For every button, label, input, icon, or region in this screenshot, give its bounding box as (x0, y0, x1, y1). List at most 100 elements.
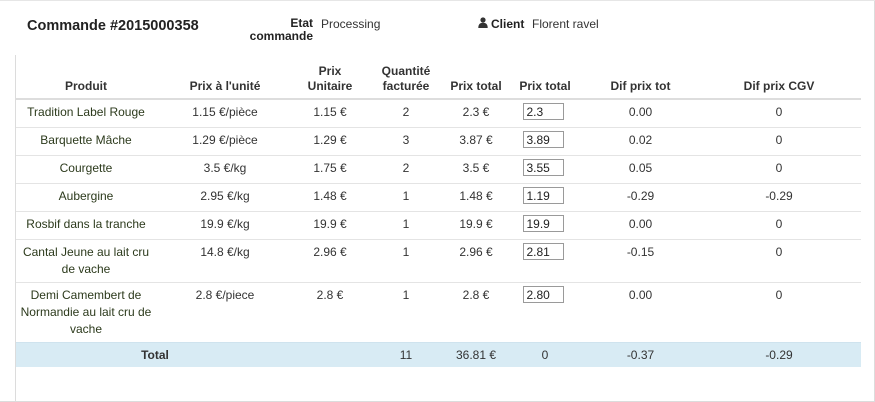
cell-quantite: 2 (366, 98, 446, 128)
header-dif-prix-cgv: Dif prix CGV (697, 64, 861, 100)
cell-prix-unitaire: 1.15 € (294, 98, 366, 128)
header-prix-unitaire: Prix Unitaire (294, 64, 366, 100)
cell-prix-total: 2.96 € (446, 239, 506, 283)
table-row: Rosbif dans la tranche 19.9 €/kg 19.9 € … (16, 211, 861, 240)
total-quantite: 11 (366, 342, 446, 367)
cell-prix-unitaire: 19.9 € (294, 211, 366, 240)
header-quantite-line2: facturée (382, 79, 430, 93)
cell-produit: Aubergine (16, 183, 156, 212)
cell-produit: Cantal Jeune au lait cru de vache (16, 239, 156, 283)
cell-dif-prix-tot: 0.05 (584, 155, 697, 184)
cell-prix-total-input (506, 211, 584, 240)
cell-prix-unite: 2.8 €/piece (156, 282, 294, 343)
table-row: Cantal Jeune au lait cru de vache 14.8 €… (16, 239, 861, 283)
cell-prix-total: 2.3 € (446, 98, 506, 128)
header-prix-unite: Prix à l'unité (156, 64, 294, 100)
prix-total-input[interactable] (522, 187, 564, 204)
cell-quantite: 1 (366, 239, 446, 283)
cell-prix-total: 3.87 € (446, 127, 506, 156)
prix-total-input[interactable] (522, 243, 564, 260)
header-prix-unitaire-line2: Unitaire (307, 79, 353, 93)
cell-prix-total-input (506, 239, 584, 283)
user-icon (478, 17, 488, 31)
total-dif-prix-cgv: -0.29 (697, 342, 861, 367)
total-label: Total (16, 342, 294, 367)
client-value: Florent ravel (532, 17, 599, 31)
client-label: Client (478, 17, 524, 31)
table-row: Aubergine 2.95 €/kg 1.48 € 1 1.48 € -0.2… (16, 183, 861, 212)
cell-dif-prix-cgv: -0.29 (697, 183, 861, 212)
prix-total-input[interactable] (522, 159, 564, 176)
total-prix-total: 36.81 € (446, 342, 506, 367)
cell-produit: Courgette (16, 155, 156, 184)
total-dif-prix-tot: -0.37 (584, 342, 697, 367)
header-prix-unitaire-line1: Prix (318, 64, 342, 78)
order-lines-table: Produit Prix à l'unité Prix Unitaire Qua… (16, 64, 861, 367)
cell-prix-unite: 19.9 €/kg (156, 211, 294, 240)
order-title: Commande #2015000358 (27, 18, 199, 34)
cell-prix-unitaire: 2.8 € (294, 282, 366, 343)
cell-dif-prix-cgv: 0 (697, 155, 861, 184)
cell-produit: Rosbif dans la tranche (16, 211, 156, 240)
cell-prix-unitaire: 1.48 € (294, 183, 366, 212)
cell-dif-prix-cgv: 0 (697, 282, 861, 343)
total-prix-total-input: 0 (506, 342, 584, 367)
cell-quantite: 1 (366, 211, 446, 240)
cell-prix-unitaire: 1.75 € (294, 155, 366, 184)
cell-dif-prix-cgv: 0 (697, 211, 861, 240)
cell-prix-total-input (506, 183, 584, 212)
cell-dif-prix-tot: 0.00 (584, 282, 697, 343)
cell-prix-unitaire: 2.96 € (294, 239, 366, 283)
table-row: Courgette 3.5 €/kg 1.75 € 2 3.5 € 0.05 0 (16, 155, 861, 184)
table-row: Demi Camembert de Normandie au lait cru … (16, 282, 861, 343)
cell-prix-total-input (506, 98, 584, 128)
prix-total-input[interactable] (522, 103, 564, 120)
cell-prix-total-input (506, 127, 584, 156)
cell-prix-unite: 3.5 €/kg (156, 155, 294, 184)
cell-prix-unite: 1.15 €/pièce (156, 98, 294, 128)
prix-total-input[interactable] (522, 215, 564, 232)
table-row: Barquette Mâche 1.29 €/pièce 1.29 € 3 3.… (16, 127, 861, 156)
cell-prix-total: 1.48 € (446, 183, 506, 212)
client-label-text: Client (491, 17, 525, 31)
cell-prix-total-input (506, 282, 584, 343)
table-header-row: Produit Prix à l'unité Prix Unitaire Qua… (16, 64, 861, 100)
etat-commande-value: Processing (321, 17, 381, 31)
cell-dif-prix-tot: -0.29 (584, 183, 697, 212)
header-quantite: Quantité facturée (366, 64, 446, 100)
cell-quantite: 2 (366, 155, 446, 184)
cell-prix-unite: 14.8 €/kg (156, 239, 294, 283)
cell-dif-prix-tot: 0.00 (584, 211, 697, 240)
cell-quantite: 1 (366, 282, 446, 343)
header-prix-total-input: Prix total (506, 64, 584, 100)
cell-dif-prix-cgv: 0 (697, 98, 861, 128)
etat-label-line2: commande (249, 29, 313, 43)
cell-prix-total: 3.5 € (446, 155, 506, 184)
cell-dif-prix-cgv: 0 (697, 127, 861, 156)
total-row: Total 11 36.81 € 0 -0.37 -0.29 (16, 342, 861, 367)
cell-prix-unite: 1.29 €/pièce (156, 127, 294, 156)
cell-quantite: 3 (366, 127, 446, 156)
prix-total-input[interactable] (522, 286, 564, 303)
cell-prix-total-input (506, 155, 584, 184)
cell-dif-prix-cgv: 0 (697, 239, 861, 283)
header-dif-prix-tot: Dif prix tot (584, 64, 697, 100)
total-prix-unitaire (294, 342, 366, 367)
frame-top-border (0, 0, 875, 1)
cell-prix-total: 2.8 € (446, 282, 506, 343)
cell-quantite: 1 (366, 183, 446, 212)
header-quantite-line1: Quantité (381, 64, 431, 78)
table-row: Tradition Label Rouge 1.15 €/pièce 1.15 … (16, 98, 861, 128)
header-prix-total: Prix total (446, 64, 506, 100)
cell-dif-prix-tot: 0.00 (584, 98, 697, 128)
cell-produit: Barquette Mâche (16, 127, 156, 156)
prix-total-input[interactable] (522, 131, 564, 148)
header-produit: Produit (16, 64, 156, 100)
etat-commande-label: Etat commande (249, 17, 313, 43)
cell-produit: Demi Camembert de Normandie au lait cru … (16, 282, 156, 343)
cell-dif-prix-tot: -0.15 (584, 239, 697, 283)
cell-prix-total: 19.9 € (446, 211, 506, 240)
cell-prix-unite: 2.95 €/kg (156, 183, 294, 212)
cell-produit: Tradition Label Rouge (16, 98, 156, 128)
cell-dif-prix-tot: 0.02 (584, 127, 697, 156)
